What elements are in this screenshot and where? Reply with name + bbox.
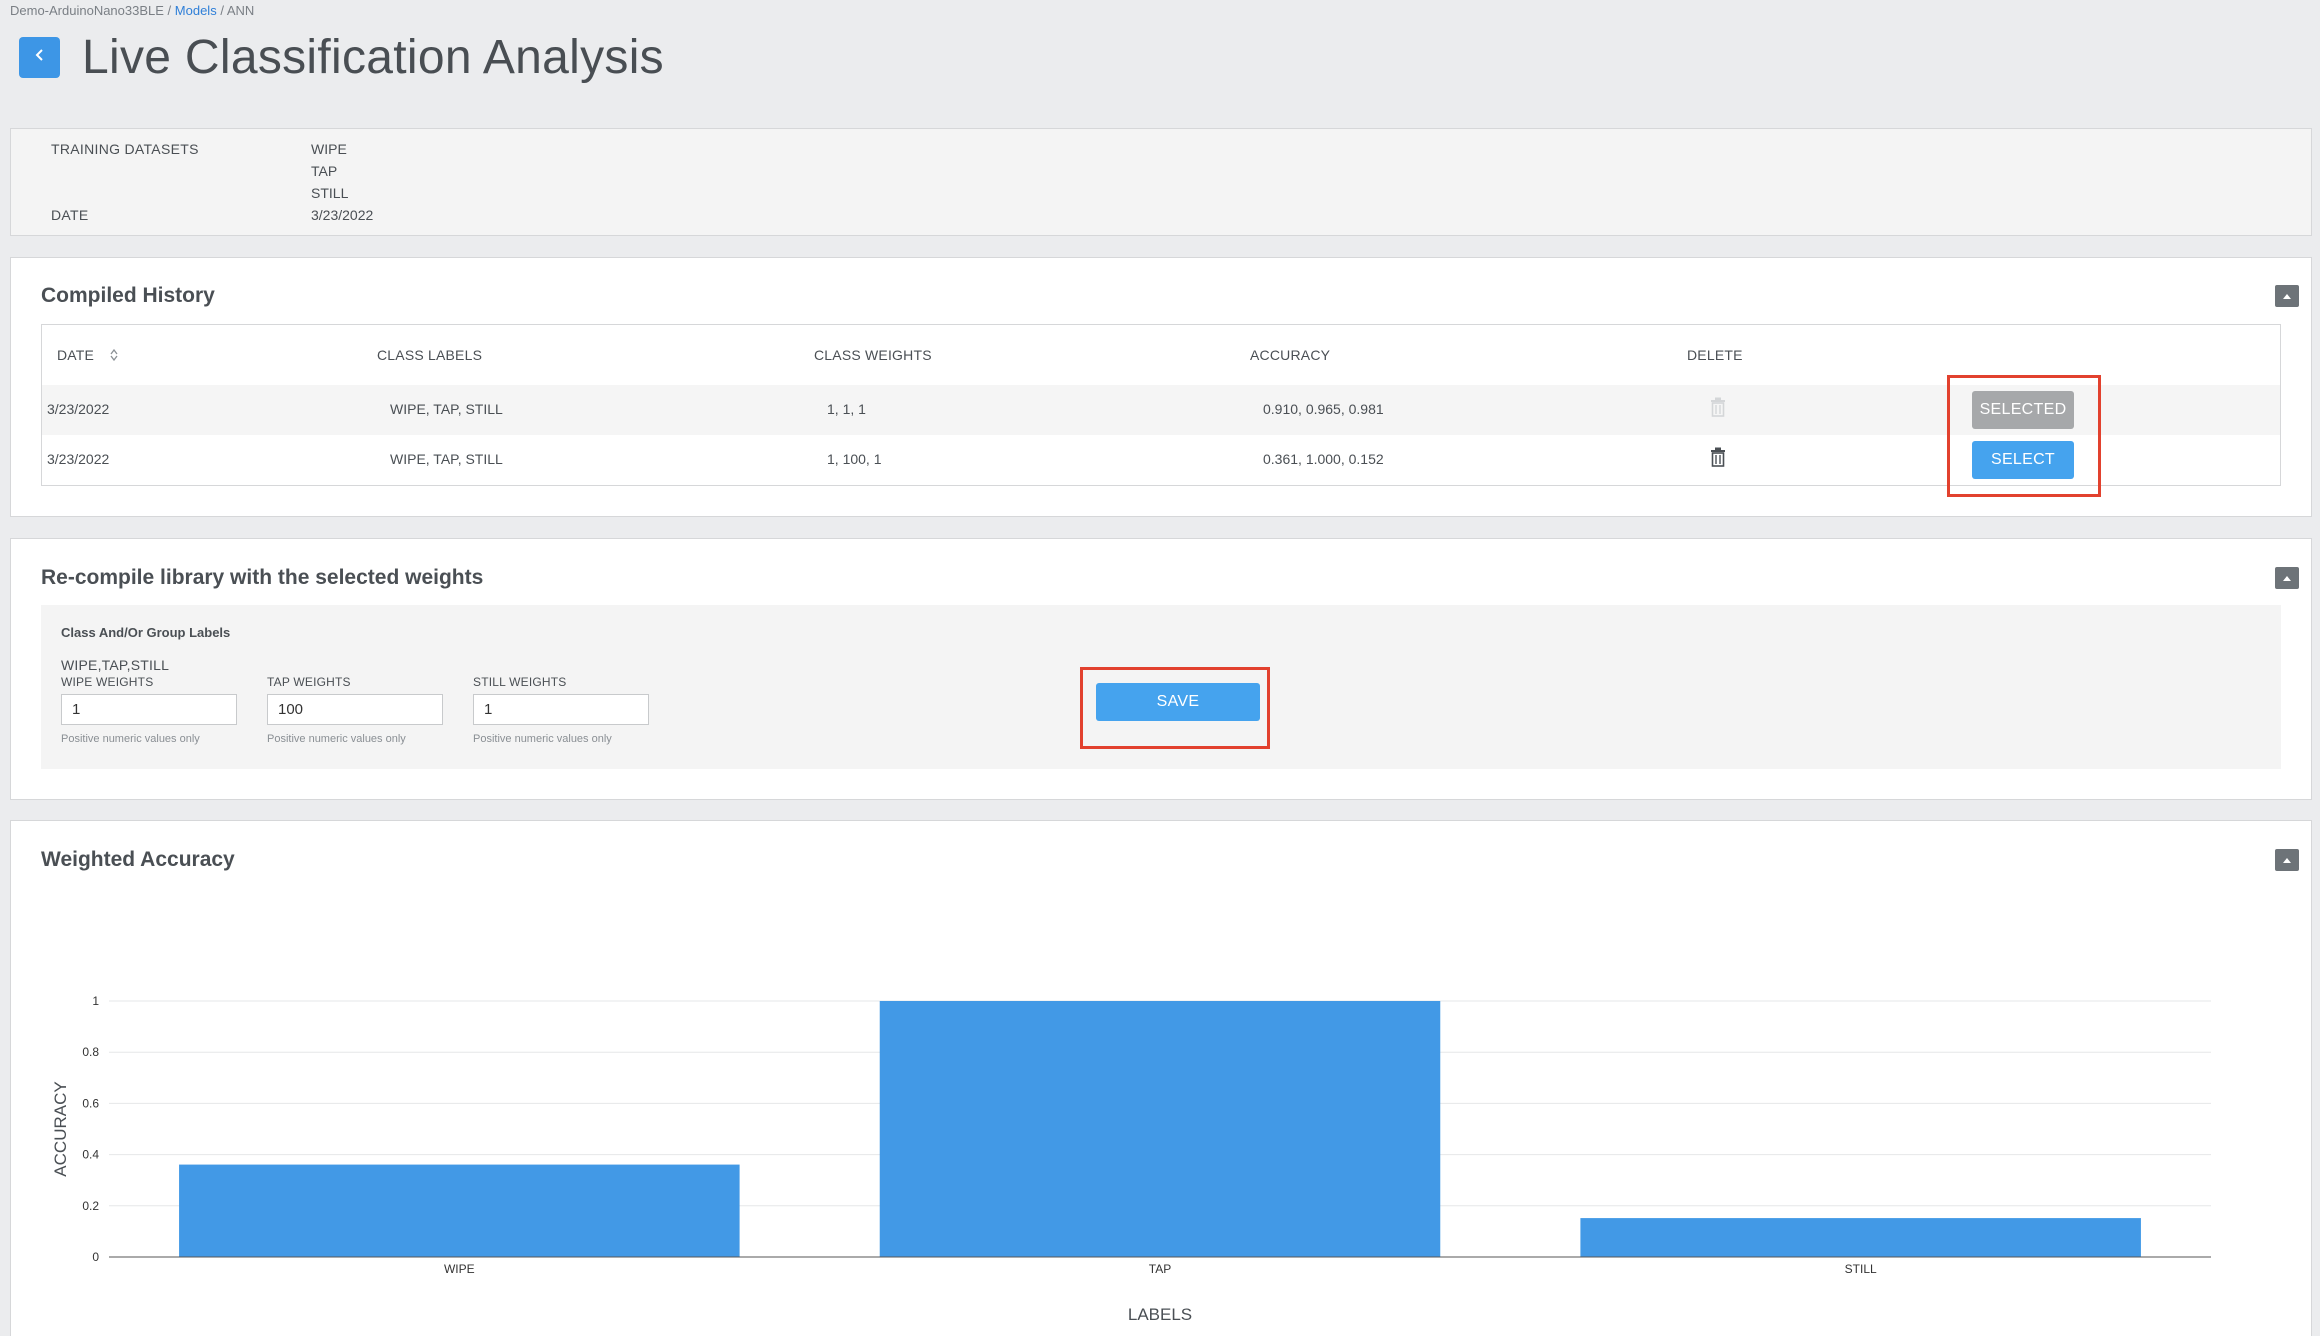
still-weights-input[interactable] (473, 694, 649, 725)
weighted-accuracy-card: Weighted Accuracy 0 0.2 0.4 0.6 0.8 1 WIPE TAP S… (10, 820, 2312, 1336)
row-class-labels: WIPE, TAP, STILL (390, 451, 503, 467)
training-dataset-item: STILL (311, 185, 349, 201)
wipe-weights-hint: Positive numeric values only (61, 733, 200, 745)
trash-icon (1710, 397, 1726, 422)
collapse-button[interactable] (2275, 285, 2299, 307)
back-button[interactable] (19, 37, 60, 78)
delete-column-header: DELETE (1687, 347, 1743, 363)
y-tick-label: 0.4 (82, 1148, 99, 1162)
y-tick-label: 0.2 (82, 1199, 99, 1213)
sort-icon[interactable] (110, 348, 118, 364)
still-weights-label: STILL WEIGHTS (473, 675, 567, 689)
date-column-label: DATE (57, 347, 95, 363)
tap-weights-label: TAP WEIGHTS (267, 675, 351, 689)
accuracy-column-header: ACCURACY (1250, 347, 1331, 363)
date-value: 3/23/2022 (311, 207, 374, 223)
x-tick-label: TAP (1149, 1262, 1171, 1276)
wipe-weights-label: WIPE WEIGHTS (61, 675, 154, 689)
row-class-weights: 1, 100, 1 (827, 451, 882, 467)
class-labels-text: WIPE,TAP,STILL (61, 657, 170, 673)
wipe-weights-input[interactable] (61, 694, 237, 725)
collapse-button[interactable] (2275, 567, 2299, 589)
compiled-history-title: Compiled History (41, 284, 215, 307)
compiled-history-card: Compiled History DATE CLASS LABELS CLASS… (10, 257, 2312, 517)
y-axis-label: ACCURACY (51, 1081, 70, 1176)
table-row: 3/23/2022 WIPE, TAP, STILL 1, 100, 1 0.3… (42, 435, 2280, 485)
row-date: 3/23/2022 (47, 451, 110, 467)
y-tick-label: 0 (92, 1250, 99, 1264)
tap-weights-hint: Positive numeric values only (267, 733, 406, 745)
page-title: Live Classification Analysis (82, 31, 664, 84)
class-labels-column-header: CLASS LABELS (377, 347, 483, 363)
still-weights-hint: Positive numeric values only (473, 733, 612, 745)
row-accuracy: 0.361, 1.000, 0.152 (1263, 451, 1384, 467)
table-row: 3/23/2022 WIPE, TAP, STILL 1, 1, 1 0.910… (42, 385, 2280, 435)
breadcrumb: Demo-ArduinoNano33BLE / Models / ANN (10, 3, 254, 18)
x-axis-label: LABELS (1128, 1305, 1192, 1324)
caret-up-icon (2282, 287, 2292, 305)
model-info-panel: TRAINING DATASETS WIPE TAP STILL DATE 3/… (10, 128, 2312, 236)
caret-up-icon (2282, 569, 2292, 587)
class-group-labels-title: Class And/Or Group Labels (61, 625, 231, 640)
class-weights-column-header: CLASS WEIGHTS (814, 347, 932, 363)
breadcrumb-models-link[interactable]: Models (175, 3, 217, 18)
y-tick-label: 0.6 (82, 1096, 99, 1110)
breadcrumb-separator: / (216, 3, 227, 18)
y-tick-label: 1 (92, 994, 99, 1008)
compiled-history-table: DATE CLASS LABELS CLASS WEIGHTS ACCURACY… (41, 324, 2281, 486)
recompile-card: Re-compile library with the selected wei… (10, 538, 2312, 800)
bar-wipe (179, 1164, 740, 1257)
bar-tap (879, 1001, 1441, 1257)
row-class-labels: WIPE, TAP, STILL (390, 401, 503, 417)
tap-weights-input[interactable] (267, 694, 443, 725)
highlight-box (1080, 667, 1270, 749)
highlight-box (1947, 375, 2101, 497)
trash-icon[interactable] (1710, 447, 1726, 472)
training-datasets-label: TRAINING DATASETS (51, 141, 199, 157)
bar-still (1580, 1218, 2141, 1257)
training-dataset-item: WIPE (311, 141, 347, 157)
row-accuracy: 0.910, 0.965, 0.981 (1263, 401, 1384, 417)
breadcrumb-project[interactable]: Demo-ArduinoNano33BLE (10, 3, 164, 18)
breadcrumb-model: ANN (226, 3, 255, 18)
x-tick-label: STILL (1845, 1262, 1877, 1276)
row-class-weights: 1, 1, 1 (827, 401, 866, 417)
chevron-left-icon (33, 48, 47, 67)
date-column-header[interactable]: DATE (57, 347, 118, 364)
date-label: DATE (51, 207, 89, 223)
y-tick-label: 0.8 (82, 1045, 99, 1059)
x-tick-label: WIPE (444, 1262, 475, 1276)
weighted-accuracy-chart: 0 0.2 0.4 0.6 0.8 1 WIPE TAP STILL LABELS ACCURACY (51, 994, 2211, 1324)
recompile-title: Re-compile library with the selected wei… (41, 566, 484, 589)
row-date: 3/23/2022 (47, 401, 110, 417)
training-dataset-item: TAP (311, 163, 338, 179)
breadcrumb-separator: / (163, 3, 175, 18)
